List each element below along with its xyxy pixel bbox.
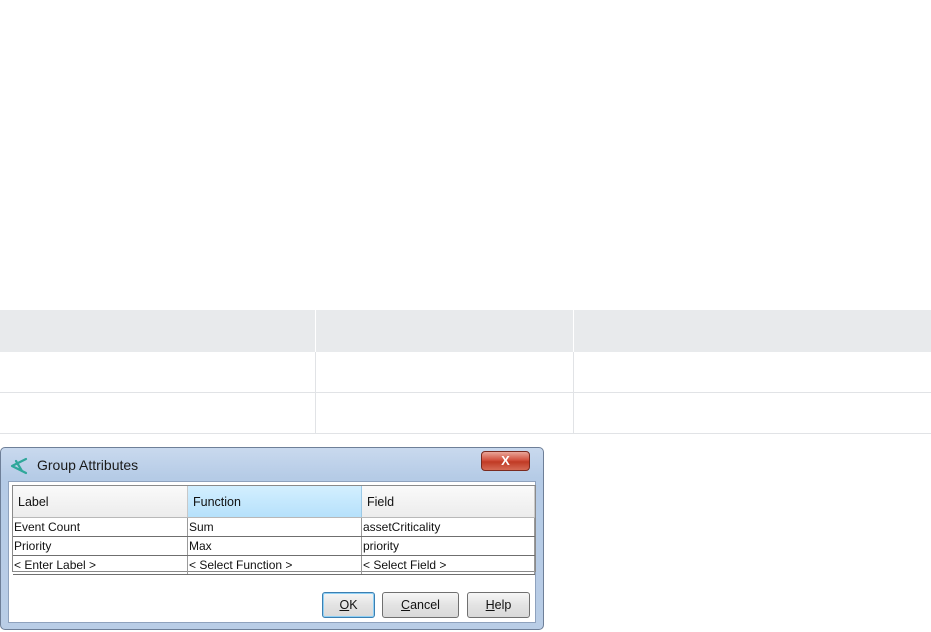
table-row[interactable]: Priority Max priority xyxy=(13,537,535,556)
field-cell[interactable]: assetCriticality xyxy=(362,518,535,536)
group-attributes-dialog: Group Attributes X Label Function Field … xyxy=(0,447,544,630)
help-label: elp xyxy=(494,598,512,612)
group-attributes-icon xyxy=(10,457,28,475)
table-row[interactable]: Event Count Sum assetCriticality xyxy=(13,518,535,537)
doc-header-cell xyxy=(315,310,574,352)
grid-header: Label Function Field xyxy=(13,486,535,518)
attributes-grid[interactable]: Label Function Field Event Count Sum ass… xyxy=(12,485,536,575)
close-icon: X xyxy=(501,453,510,468)
doc-table-row xyxy=(0,352,931,393)
function-cell[interactable]: Max xyxy=(188,537,362,555)
dialog-titlebar[interactable]: Group Attributes X xyxy=(1,448,543,482)
doc-cell xyxy=(572,352,931,393)
label-cell[interactable]: < Enter Label > xyxy=(13,556,188,574)
column-header-field[interactable]: Field xyxy=(362,486,535,517)
ok-label: K xyxy=(349,598,358,612)
doc-table-header xyxy=(0,310,931,352)
doc-cell xyxy=(0,392,316,434)
help-mnemonic: H xyxy=(485,598,495,612)
doc-cell xyxy=(315,392,574,434)
doc-cell xyxy=(572,392,931,434)
help-button[interactable]: Help xyxy=(467,592,530,618)
column-header-label[interactable]: Label xyxy=(13,486,188,517)
background-doc-table xyxy=(0,310,931,434)
cancel-mnemonic: C xyxy=(401,598,411,612)
table-row[interactable]: < Enter Label > < Select Function > < Se… xyxy=(13,556,535,575)
column-header-function[interactable]: Function xyxy=(188,486,362,517)
cancel-button[interactable]: Cancel xyxy=(382,592,459,618)
function-cell[interactable]: Sum xyxy=(188,518,362,536)
cancel-label: ancel xyxy=(410,598,440,612)
doc-header-cell xyxy=(0,310,316,352)
doc-table-row xyxy=(0,392,931,434)
doc-cell xyxy=(0,352,316,393)
ok-mnemonic: O xyxy=(339,598,350,612)
field-cell[interactable]: < Select Field > xyxy=(362,556,535,574)
label-cell[interactable]: Priority xyxy=(13,537,188,555)
dialog-title: Group Attributes xyxy=(37,457,139,473)
close-button[interactable]: X xyxy=(481,451,530,471)
doc-cell xyxy=(315,352,574,393)
label-cell[interactable]: Event Count xyxy=(13,518,188,536)
field-cell[interactable]: priority xyxy=(362,537,535,555)
function-cell[interactable]: < Select Function > xyxy=(188,556,362,574)
ok-button[interactable]: OK xyxy=(322,592,375,618)
doc-header-cell xyxy=(572,310,931,352)
